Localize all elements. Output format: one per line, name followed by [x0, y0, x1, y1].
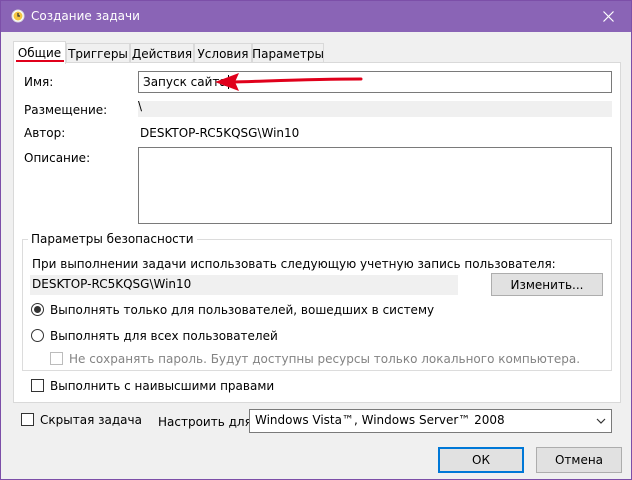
hidden-task-checkbox[interactable]: [21, 413, 34, 426]
radio-all-users-label[interactable]: Выполнять для всех пользователей: [50, 329, 278, 343]
description-textarea[interactable]: [138, 147, 612, 224]
description-label: Описание:: [24, 151, 91, 165]
author-value: DESKTOP-RC5KQSG\Win10: [140, 126, 300, 140]
highest-privileges-label[interactable]: Выполнить с наивысшими правами: [50, 379, 274, 393]
location-label: Размещение:: [24, 103, 108, 117]
close-button[interactable]: [585, 1, 631, 32]
security-options-title: Параметры безопасности: [28, 232, 197, 246]
tab-triggers[interactable]: Триггеры: [66, 43, 130, 63]
create-task-window: Создание задачи Общие Триггеры Действия …: [0, 0, 632, 480]
configure-for-label: Настроить для:: [158, 415, 256, 429]
name-label: Имя:: [24, 75, 54, 89]
no-store-password-checkbox[interactable]: [50, 352, 63, 365]
radio-logged-on-label[interactable]: Выполнять только для пользователей, воше…: [50, 303, 434, 317]
author-label: Автор:: [24, 126, 66, 140]
tab-actions[interactable]: Действия: [130, 43, 194, 63]
close-icon: [602, 11, 614, 22]
change-user-button[interactable]: Изменить...: [491, 273, 603, 296]
ok-button[interactable]: ОК: [438, 447, 524, 473]
tab-settings[interactable]: Параметры: [252, 43, 324, 63]
no-store-password-label: Не сохранять пароль. Будут доступны ресу…: [69, 352, 581, 366]
run-as-text: При выполнении задачи использовать следу…: [32, 257, 556, 271]
clock-icon: [11, 9, 25, 23]
highest-privileges-checkbox[interactable]: [31, 379, 44, 392]
chevron-down-icon: [596, 418, 606, 424]
cancel-button[interactable]: Отмена: [536, 447, 622, 473]
configure-for-select[interactable]: Windows Vista™, Windows Server™ 2008: [249, 409, 612, 433]
highlight-arrow-icon: [215, 73, 363, 91]
radio-logged-on-only[interactable]: [31, 303, 44, 316]
tab-conditions[interactable]: Условия: [194, 43, 252, 63]
general-tab-panel: Имя: Запуск сайта Размещение: \ Автор: D…: [13, 62, 621, 403]
radio-all-users[interactable]: [31, 329, 44, 342]
title-bar[interactable]: Создание задачи: [1, 1, 631, 32]
tab-general[interactable]: Общие: [13, 41, 66, 64]
tab-highlight-underline: [16, 60, 64, 62]
hidden-task-label[interactable]: Скрытая задача: [40, 413, 142, 427]
name-input[interactable]: Запуск сайта: [138, 71, 612, 93]
location-field: \: [138, 99, 612, 117]
account-field: DESKTOP-RC5KQSG\Win10: [30, 275, 458, 295]
window-title: Создание задачи: [31, 9, 140, 23]
